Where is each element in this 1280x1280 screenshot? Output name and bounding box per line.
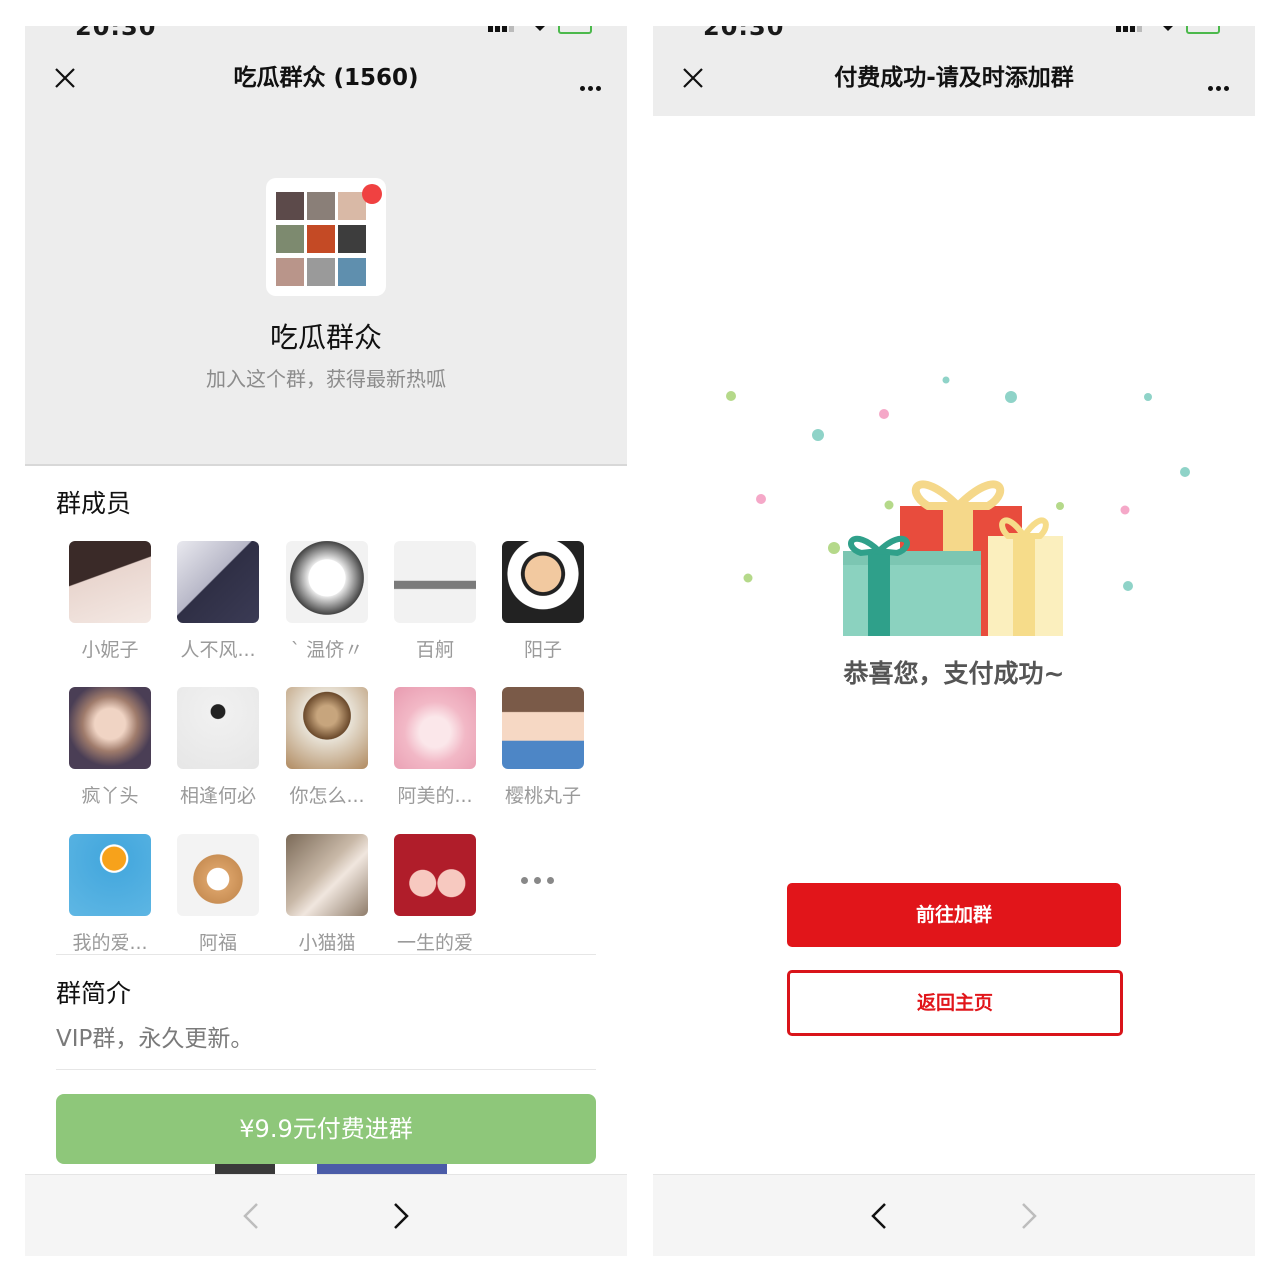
member-name: 阿福 bbox=[198, 932, 237, 954]
divider bbox=[56, 1069, 596, 1070]
member-name: 人不风... bbox=[180, 639, 256, 661]
group-intro: VIP群，永久更新。 bbox=[56, 1026, 254, 1052]
avatar bbox=[394, 687, 476, 769]
member-name: 疯丫头 bbox=[81, 785, 139, 807]
notification-badge bbox=[362, 184, 382, 204]
back-arrow-icon[interactable] bbox=[233, 1197, 271, 1235]
avatar bbox=[69, 834, 151, 916]
status-bar: 20:30 bbox=[25, 26, 627, 40]
member-item[interactable]: 阿福 bbox=[161, 834, 261, 974]
member-name: ` 温侪〃 bbox=[290, 639, 364, 661]
close-icon[interactable] bbox=[681, 66, 705, 90]
members-heading: 群成员 bbox=[56, 489, 132, 518]
member-name: 樱桃丸子 bbox=[504, 785, 581, 807]
member-item[interactable]: 百舸 bbox=[378, 541, 478, 681]
avatar bbox=[286, 834, 368, 916]
page-title: 吃瓜群众 (1560) bbox=[233, 65, 419, 91]
back-arrow-icon[interactable] bbox=[861, 1197, 899, 1235]
avatar bbox=[394, 834, 476, 916]
member-item[interactable]: 我的爱... bbox=[53, 834, 153, 974]
nav-bar: 付费成功-请及时添加群 bbox=[653, 40, 1255, 116]
intro-heading: 群简介 bbox=[56, 979, 132, 1008]
forward-arrow-icon[interactable] bbox=[381, 1197, 419, 1235]
bottom-toolbar bbox=[653, 1174, 1255, 1256]
group-avatar bbox=[266, 178, 386, 296]
member-item[interactable]: 阳子 bbox=[486, 541, 586, 681]
more-icon[interactable] bbox=[577, 76, 601, 95]
member-item[interactable]: 人不风... bbox=[161, 541, 261, 681]
avatar bbox=[502, 541, 584, 623]
member-name: 我的爱... bbox=[72, 932, 148, 954]
member-name: 小猫猫 bbox=[298, 932, 356, 954]
member-item[interactable]: 阿美的... bbox=[378, 687, 478, 827]
battery-icon bbox=[558, 26, 592, 34]
avatar bbox=[502, 687, 584, 769]
status-bar: 20:30 bbox=[653, 26, 1255, 40]
group-tagline: 加入这个群，获得最新热呱 bbox=[206, 367, 446, 391]
signal-icon bbox=[1116, 26, 1144, 32]
member-item[interactable]: 你怎么... bbox=[270, 687, 370, 827]
member-item[interactable]: 小妮子 bbox=[53, 541, 153, 681]
avatar bbox=[69, 541, 151, 623]
avatar bbox=[286, 687, 368, 769]
member-item[interactable]: 一生的爱 bbox=[378, 834, 478, 974]
group-join-screen: 20:30 吃瓜群众 (1560) 吃瓜群众 加入这个群，获得最新热呱 群成员 … bbox=[25, 26, 627, 1256]
member-name: 一生的爱 bbox=[396, 932, 473, 954]
member-name: 阳子 bbox=[523, 639, 562, 661]
member-name: 百舸 bbox=[415, 639, 454, 661]
avatar bbox=[177, 687, 259, 769]
pay-join-button[interactable]: ¥9.9元付费进群 bbox=[56, 1094, 596, 1164]
avatar bbox=[177, 834, 259, 916]
avatar bbox=[177, 541, 259, 623]
divider bbox=[56, 954, 596, 955]
group-header: 吃瓜群众 加入这个群，获得最新热呱 bbox=[25, 116, 627, 466]
avatar bbox=[286, 541, 368, 623]
avatar bbox=[394, 541, 476, 623]
background-peek bbox=[317, 1164, 447, 1174]
member-item[interactable]: 樱桃丸子 bbox=[486, 687, 586, 827]
avatar bbox=[69, 687, 151, 769]
battery-icon bbox=[1186, 26, 1220, 34]
member-name: 阿美的... bbox=[397, 785, 473, 807]
member-name: 你怎么... bbox=[289, 785, 365, 807]
join-group-button[interactable]: 前往加群 bbox=[787, 883, 1121, 947]
member-item[interactable]: ` 温侪〃 bbox=[270, 541, 370, 681]
status-time: 20:30 bbox=[703, 26, 785, 40]
member-name: 小妮子 bbox=[81, 639, 139, 661]
close-icon[interactable] bbox=[53, 66, 77, 90]
member-name: 相逢何必 bbox=[179, 785, 256, 807]
status-time: 20:30 bbox=[75, 26, 157, 40]
more-members-icon[interactable] bbox=[518, 869, 557, 888]
payment-success-screen: 20:30 付费成功-请及时添加群 恭喜您，支付成功~ 前往加群 返回主页 bbox=[653, 26, 1255, 1256]
bottom-toolbar bbox=[25, 1174, 627, 1256]
background-peek bbox=[215, 1164, 275, 1174]
more-icon[interactable] bbox=[1205, 76, 1229, 95]
wifi-icon bbox=[1163, 26, 1173, 31]
group-name: 吃瓜群众 bbox=[269, 321, 382, 354]
forward-arrow-icon[interactable] bbox=[1009, 1197, 1047, 1235]
member-item[interactable]: 相逢何必 bbox=[161, 687, 261, 827]
wifi-icon bbox=[535, 26, 545, 31]
member-item[interactable]: 小猫猫 bbox=[270, 834, 370, 974]
success-message: 恭喜您，支付成功~ bbox=[843, 659, 1065, 688]
page-title: 付费成功-请及时添加群 bbox=[834, 65, 1074, 91]
member-item[interactable]: 疯丫头 bbox=[53, 687, 153, 827]
nav-bar: 吃瓜群众 (1560) bbox=[25, 40, 627, 116]
return-home-button[interactable]: 返回主页 bbox=[787, 970, 1123, 1036]
gift-illustration bbox=[726, 376, 1190, 636]
signal-icon bbox=[488, 26, 516, 32]
